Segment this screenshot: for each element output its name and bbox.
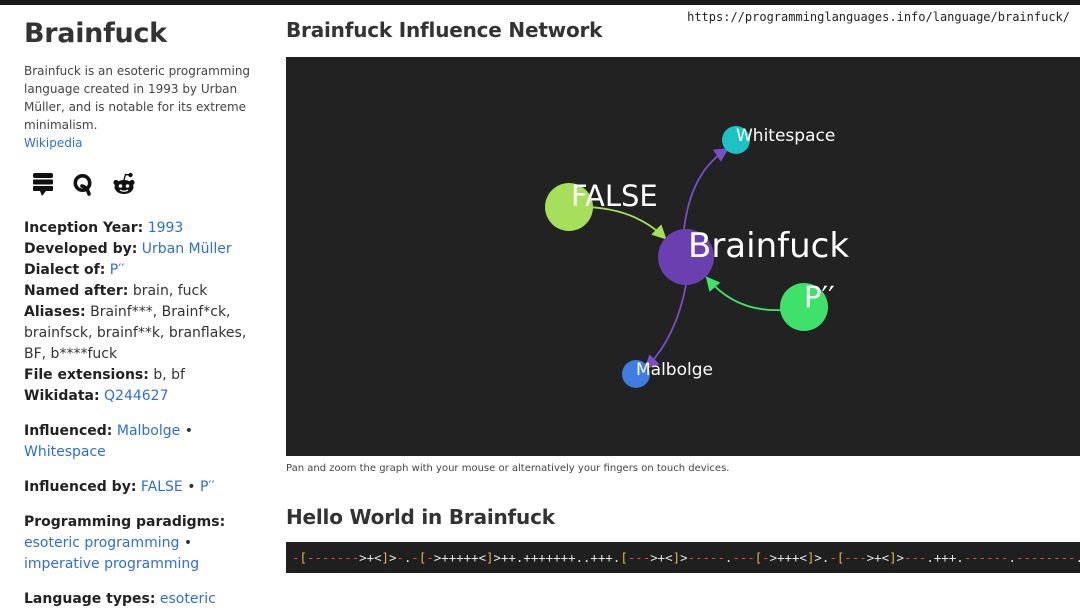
influenced-by-link-p-double-prime[interactable]: P′′ — [200, 479, 215, 495]
code-token: >+< — [359, 550, 382, 565]
fact-value-link[interactable]: Q244627 — [104, 388, 168, 404]
fact-label: Wikidata: — [24, 388, 100, 404]
code-token: ------- — [306, 550, 360, 565]
influenced-by-label: Influenced by: — [24, 479, 137, 495]
network-title: Brainfuck Influence Network — [286, 18, 603, 42]
language-types-list: Language types: esoteric — [24, 589, 260, 610]
fact-value-link[interactable]: 1993 — [148, 220, 184, 236]
influence-network-graph[interactable]: FALSE Whitespace Brainfuck P′′ Malbolge — [286, 57, 1080, 456]
node-label-p-double-prime: P′′ — [804, 280, 835, 314]
code-token: - — [762, 550, 770, 565]
code-token: >+++++< — [433, 550, 487, 565]
node-label-brainfuck: Brainfuck — [688, 226, 849, 266]
code-token: --- — [627, 550, 651, 565]
code-token: ----- — [687, 550, 725, 565]
code-token: - — [829, 550, 837, 565]
language-type-link-esoteric[interactable]: esoteric — [160, 591, 216, 607]
fact-label: Aliases: — [24, 304, 86, 320]
fact-label: Named after: — [24, 283, 129, 299]
node-label-whitespace: Whitespace — [736, 126, 835, 146]
language-description: Brainfuck is an esoteric programming lan… — [24, 62, 260, 152]
paradigms-label: Programming paradigms: — [24, 514, 226, 530]
paradigm-link-imperative[interactable]: imperative programming — [24, 556, 199, 572]
code-token: ------ — [963, 550, 1009, 565]
community-links — [32, 172, 260, 196]
code-token: > — [896, 550, 904, 565]
code-token: >+< — [650, 550, 673, 565]
fact-list: Inception Year: 1993 Developed by: Urban … — [24, 218, 260, 407]
code-token: -------- — [1015, 550, 1076, 565]
language-types-label: Language types: — [24, 591, 156, 607]
fact-value-link[interactable]: P′′ — [110, 262, 125, 278]
paradigm-list: Programming paradigms: esoteric programm… — [24, 514, 226, 572]
code-token: . — [1008, 550, 1016, 565]
node-label-false: FALSE — [571, 179, 658, 213]
fact-label: Dialect of: — [24, 262, 106, 278]
code-token: ] — [889, 550, 897, 565]
network-svg[interactable]: FALSE Whitespace Brainfuck P′′ Malbolge — [286, 57, 1080, 456]
code-token: >. — [814, 550, 830, 565]
fact-value: b, bf — [153, 367, 185, 383]
description-text: Brainfuck is an esoteric programming lan… — [24, 64, 251, 132]
code-token: .+++. — [926, 550, 964, 565]
code-token: ] — [381, 550, 390, 565]
fact-row: Inception Year: 1993 — [24, 218, 260, 239]
paradigm-link-esoteric[interactable]: esoteric programming — [24, 535, 179, 551]
fact-value: brain, fuck — [132, 283, 208, 299]
fact-row: Aliases: Brainf***, Brainf*ck, brainfsck… — [24, 302, 260, 365]
code-token: ] — [672, 550, 681, 565]
graph-caption: Pan and zoom the graph with your mouse o… — [286, 463, 730, 474]
node-label-malbolge: Malbolge — [636, 360, 713, 380]
fact-row: Named after: brain, fuck — [24, 281, 260, 302]
stack-exchange-icon[interactable] — [32, 172, 54, 196]
sidebar: Brainfuck Brainfuck is an esoteric progr… — [24, 18, 260, 610]
code-token: --- — [732, 550, 755, 565]
code-token: --- — [904, 550, 927, 565]
wikipedia-link[interactable]: Wikipedia — [24, 136, 83, 150]
code-token: - — [411, 550, 419, 565]
code-token: >++.+++++++..+++. — [493, 550, 621, 565]
fact-row: Developed by: Urban Müller — [24, 239, 260, 260]
code-token: >+++< — [769, 550, 807, 565]
code-token: >+< — [866, 550, 890, 565]
edge-p-double-prime-to-brainfuck — [705, 276, 782, 311]
hello-world-code: -[------->+<]>-.-[->+++++<]>++.+++++++..… — [286, 542, 1080, 573]
influenced-list: Influenced: Malbolge • Whitespace — [24, 423, 193, 460]
fact-value-link[interactable]: Urban Müller — [142, 241, 232, 257]
fact-row: Wikidata: Q244627 — [24, 386, 260, 407]
code-token: . — [1076, 550, 1080, 565]
quora-icon[interactable] — [72, 172, 94, 196]
main-content: Brainfuck Influence Network — [286, 18, 1080, 42]
influenced-label: Influenced: — [24, 423, 113, 439]
hello-world-title: Hello World in Brainfuck — [286, 505, 555, 529]
code-token: --- — [844, 550, 867, 565]
code-token: - — [396, 550, 404, 565]
top-bar — [0, 0, 1080, 5]
code-token: ] — [486, 550, 494, 565]
fact-label: File extensions: — [24, 367, 149, 383]
influenced-by-list: Influenced by: FALSE • P′′ — [24, 479, 215, 495]
fact-label: Inception Year: — [24, 220, 144, 236]
influenced-link-malbolge[interactable]: Malbolge — [117, 423, 180, 439]
fact-row: Dialect of: P′′ — [24, 260, 260, 281]
edge-brainfuck-to-malbolge — [644, 284, 687, 370]
fact-label: Developed by: — [24, 241, 138, 257]
code-token: [ — [299, 550, 307, 565]
page-title: Brainfuck — [24, 18, 167, 49]
edge-brainfuck-to-whitespace — [683, 148, 730, 230]
code-token: [ — [620, 550, 628, 565]
fact-row: File extensions: b, bf — [24, 365, 260, 386]
code-token: > — [680, 550, 688, 565]
influenced-by-link-false[interactable]: FALSE — [141, 479, 183, 495]
code-token: - — [426, 550, 434, 565]
reddit-icon[interactable] — [112, 172, 136, 196]
influenced-link-whitespace[interactable]: Whitespace — [24, 444, 106, 460]
